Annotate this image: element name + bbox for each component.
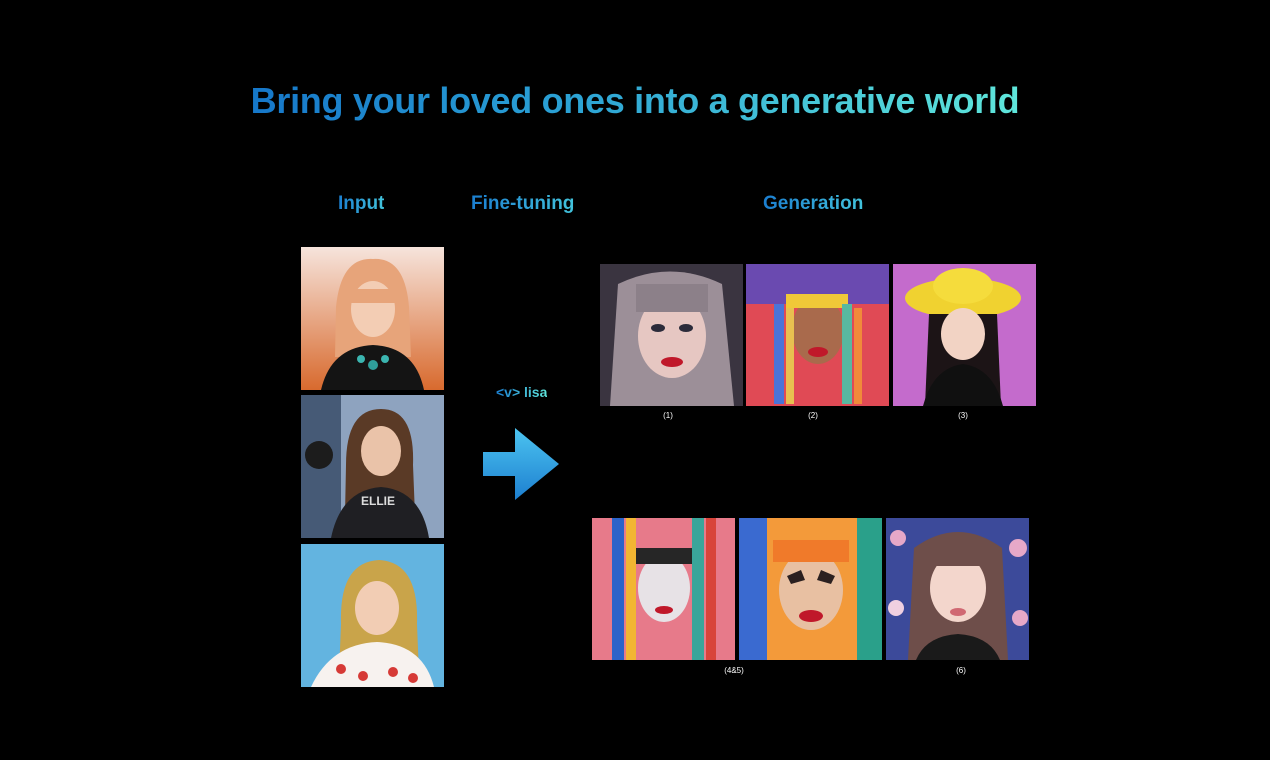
caption-4-5: (4&5) <box>724 666 744 675</box>
token-prompt: <v> lisa <box>496 384 548 400</box>
generated-image-5 <box>739 518 882 660</box>
input-photo-1 <box>301 247 444 390</box>
generated-image-1 <box>600 264 743 406</box>
caption-6: (6) <box>956 666 966 675</box>
generated-image-4 <box>592 518 735 660</box>
section-label-finetuning: Fine-tuning <box>471 193 575 214</box>
right-arrow-icon <box>483 428 559 500</box>
input-photo-2: ELLIE <box>301 395 444 538</box>
generated-image-2 <box>746 264 889 406</box>
generated-image-3 <box>893 264 1036 406</box>
svg-text:ELLIE: ELLIE <box>361 494 395 508</box>
caption-2: (2) <box>808 411 818 420</box>
generated-image-6 <box>886 518 1029 660</box>
input-photo-3 <box>301 544 444 687</box>
page-title: Bring your loved ones into a generative … <box>250 80 1020 121</box>
section-label-generation: Generation <box>763 193 864 214</box>
caption-3: (3) <box>958 411 968 420</box>
caption-1: (1) <box>663 411 673 420</box>
section-label-input: Input <box>338 193 385 214</box>
